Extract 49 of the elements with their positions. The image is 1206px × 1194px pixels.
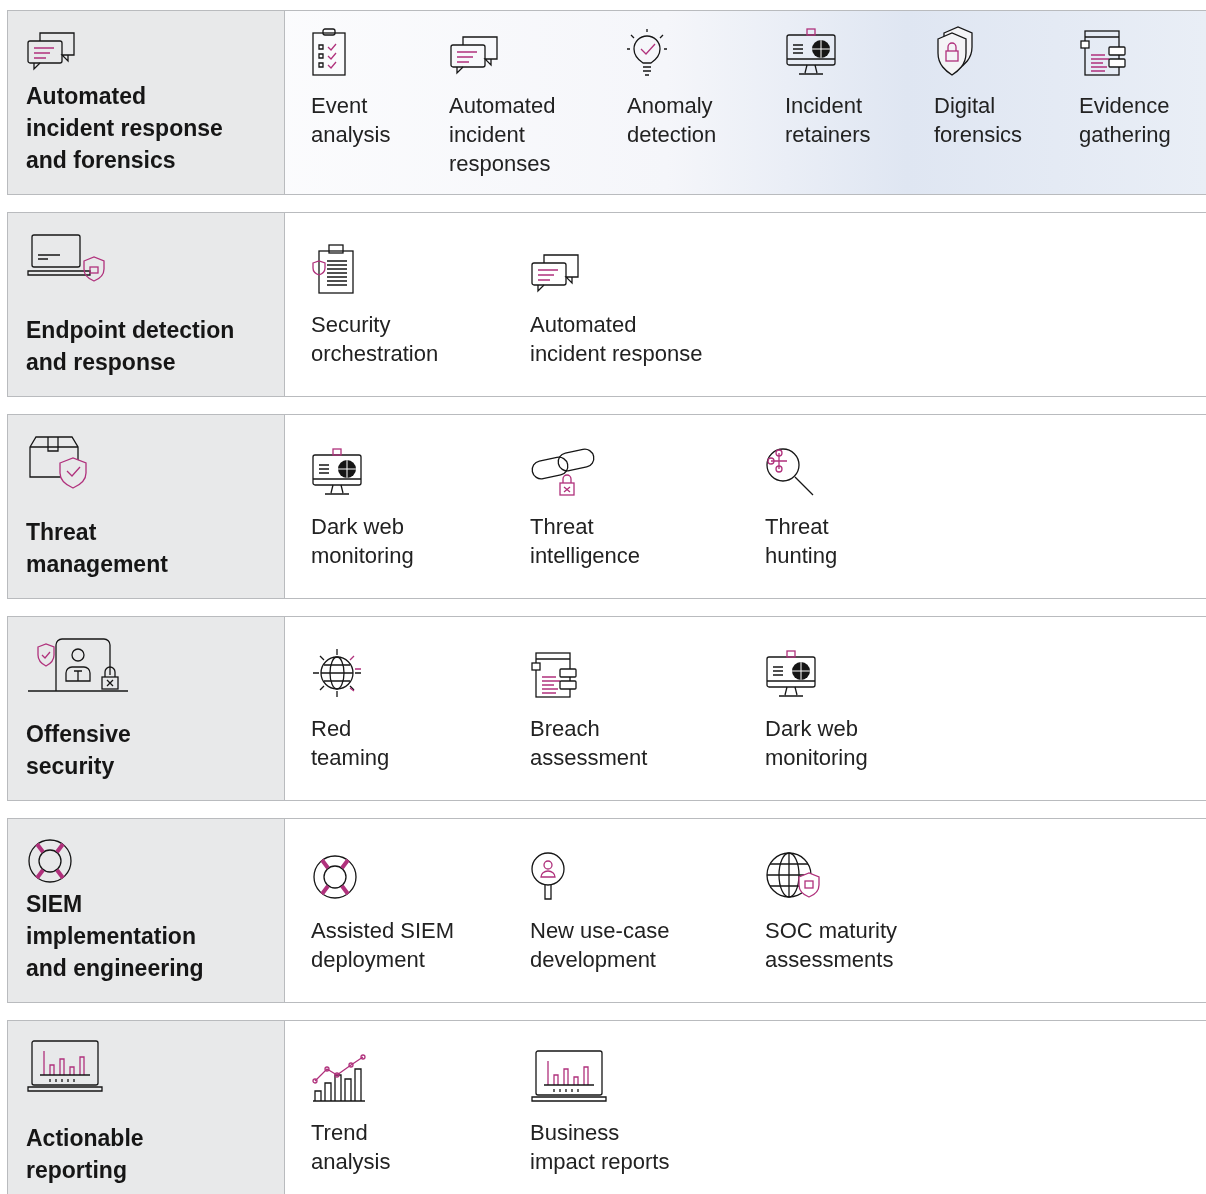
service-label: Trend analysis (311, 1119, 392, 1176)
magnifier-icon (765, 447, 815, 497)
lightbulb-icon (627, 29, 667, 77)
service-label: Breach assessment (530, 715, 649, 772)
chat-bubbles-icon (530, 251, 580, 295)
service-label: Automated incident responses (449, 92, 557, 178)
monitor-globe-icon (311, 447, 363, 497)
pin-person-icon (530, 851, 566, 901)
lifebuoy-icon (311, 853, 359, 901)
category-title: Endpoint detection and response (26, 316, 236, 377)
service-label: Business impact reports (530, 1119, 671, 1176)
lifebuoy-icon (26, 837, 74, 885)
service-label: New use-case development (530, 917, 671, 974)
globe-arrows-icon (311, 647, 363, 699)
chain-lock-icon (530, 447, 596, 497)
category-title: Threat management (26, 518, 169, 579)
service-label: Automated incident response (530, 311, 704, 368)
chat-bubbles-icon (449, 33, 499, 77)
service-label: Digital forensics (934, 92, 1024, 149)
monitor-globe-icon (785, 27, 837, 77)
service-label: Dark web monitoring (311, 513, 415, 570)
category-title: SIEM implementation and engineering (26, 890, 205, 983)
checklist-icon (311, 27, 347, 77)
box-shield-icon (26, 433, 90, 491)
category-title: Actionable reporting (26, 1124, 145, 1185)
service-label: Evidence gathering (1079, 92, 1172, 149)
chart-screen-icon (530, 1049, 608, 1103)
bar-trend-icon (311, 1051, 367, 1103)
chart-screen-icon (26, 1039, 104, 1093)
service-label: Red teaming (311, 715, 391, 772)
chat-bubbles-icon (26, 29, 76, 73)
document-lock-icon (530, 651, 578, 699)
service-label: Security orchestration (311, 311, 440, 368)
service-label: SOC maturity assessments (765, 917, 899, 974)
category-title: Offensive security (26, 720, 132, 781)
service-label: Anomaly detection (627, 92, 718, 149)
service-label: Event analysis (311, 92, 392, 149)
shield-lock-icon (934, 23, 974, 77)
monitor-globe-icon (765, 649, 817, 699)
person-lock-icon (26, 635, 130, 693)
service-label: Threat intelligence (530, 513, 642, 570)
document-lock-icon (1079, 29, 1127, 77)
service-label: Incident retainers (785, 92, 872, 149)
clipboard-icon (311, 243, 355, 295)
service-label: Dark web monitoring (765, 715, 869, 772)
service-label: Threat hunting (765, 513, 839, 570)
category-title: Automated incident response and forensics (26, 82, 224, 175)
service-label: Assisted SIEM deployment (311, 917, 456, 974)
globe-shield-icon (765, 851, 823, 901)
